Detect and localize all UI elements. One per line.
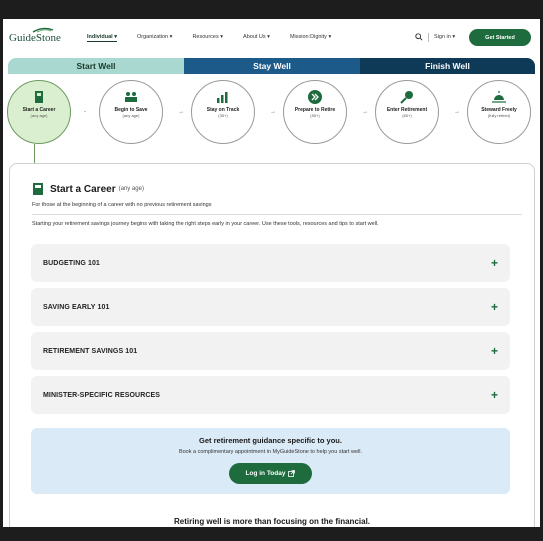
header-separator (428, 33, 429, 42)
nav-organization[interactable]: Organization ▾ (137, 34, 172, 42)
nav-resources[interactable]: Resources ▾ (192, 34, 223, 42)
step-start-a-career[interactable]: Start a Career (any age) (7, 80, 71, 144)
site-logo[interactable]: GuideStone (9, 32, 61, 44)
nav-individual[interactable]: Individual ▾ (87, 34, 117, 42)
sunrise-icon (492, 91, 506, 103)
arrow-icon: - (84, 109, 86, 115)
nav-about-us[interactable]: About Us ▾ (243, 34, 270, 42)
nav-mission-dignity[interactable]: Mission:Dignity ▾ (290, 34, 331, 42)
arrow-icon: → (454, 109, 460, 115)
expand-icon[interactable]: + (491, 344, 498, 358)
step-age: (any age) (30, 113, 48, 118)
accordion-minister-specific-resources[interactable]: MINISTER-SPECIFIC RESOURCES + (31, 376, 510, 414)
step-begin-to-save[interactable]: Begin to Save (any age) (99, 80, 163, 144)
book-icon (35, 91, 43, 103)
accordion-label: BUDGETING 101 (43, 259, 100, 267)
book-icon (33, 183, 43, 195)
callout-text: Book a complimentary appointment in MyGu… (178, 449, 363, 455)
key-icon (400, 91, 413, 104)
card-subtitle: For those at the beginning of a career w… (32, 202, 212, 208)
bar-chart-icon (217, 92, 228, 103)
screen-bottom-bar (0, 527, 543, 541)
sign-in-link[interactable]: Sign in ▾ (434, 34, 455, 40)
step-age: (any age) (122, 113, 140, 118)
step-prepare-to-retire[interactable]: Prepare to Retire (55+) (283, 80, 347, 144)
accordion-budgeting-101[interactable]: BUDGETING 101 + (31, 244, 510, 282)
accordion-label: SAVING EARLY 101 (43, 303, 110, 311)
log-in-today-button[interactable]: Log in Today (229, 463, 312, 484)
step-steward-freely[interactable]: Steward Freely (fully retired) (467, 80, 531, 144)
web-page: GuideStone Individual ▾ Organization ▾ R… (3, 19, 540, 527)
screenshot-frame: GuideStone Individual ▾ Organization ▾ R… (0, 0, 543, 541)
accordion-saving-early-101[interactable]: SAVING EARLY 101 + (31, 288, 510, 326)
arrow-icon: → (362, 109, 368, 115)
step-age: (35+) (218, 113, 228, 118)
tab-stay-well[interactable]: Stay Well (184, 58, 360, 74)
card-divider (32, 214, 522, 215)
button-label: Log in Today (245, 470, 286, 477)
step-stay-on-track[interactable]: Stay on Track (35+) (191, 80, 255, 144)
card-header: Start a Career (any age) (32, 182, 144, 196)
section-footer-heading: Retiring well is more than focusing on t… (173, 517, 371, 526)
callout-title: Get retirement guidance specific to you. (199, 436, 342, 445)
card-description: Starting your retirement savings journey… (32, 221, 379, 227)
accordion-label: MINISTER-SPECIFIC RESOURCES (43, 391, 161, 399)
stage-detail-card: Start a Career (any age) For those at th… (9, 163, 535, 527)
get-started-button[interactable]: Get Started (469, 29, 531, 46)
step-age: (60+) (402, 113, 412, 118)
card-title: Start a Career (50, 183, 116, 195)
forward-icon (308, 90, 322, 104)
main-nav: Individual ▾ Organization ▾ Resources ▾ … (87, 34, 351, 42)
step-age: (fully retired) (487, 113, 511, 118)
accordion-label: RETIREMENT SAVINGS 101 (43, 347, 138, 355)
tab-finish-well[interactable]: Finish Well (360, 58, 535, 74)
tab-start-well[interactable]: Start Well (8, 58, 184, 74)
arrow-icon: → (178, 109, 184, 115)
people-icon (125, 92, 137, 102)
external-link-icon (288, 470, 296, 477)
expand-icon[interactable]: + (491, 256, 498, 270)
guidance-callout: Get retirement guidance specific to you.… (31, 428, 510, 494)
search-icon[interactable] (415, 33, 423, 41)
card-title-note: (any age) (118, 186, 144, 192)
step-enter-retirement[interactable]: Enter Retirement (60+) (375, 80, 439, 144)
step-age: (55+) (310, 113, 320, 118)
arrow-icon: → (270, 109, 276, 115)
life-stage-tabs: Start Well Stay Well Finish Well (8, 58, 535, 74)
expand-icon[interactable]: + (491, 388, 498, 402)
expand-icon[interactable]: + (491, 300, 498, 314)
accordion-retirement-savings-101[interactable]: RETIREMENT SAVINGS 101 + (31, 332, 510, 370)
site-header: GuideStone Individual ▾ Organization ▾ R… (3, 19, 540, 59)
